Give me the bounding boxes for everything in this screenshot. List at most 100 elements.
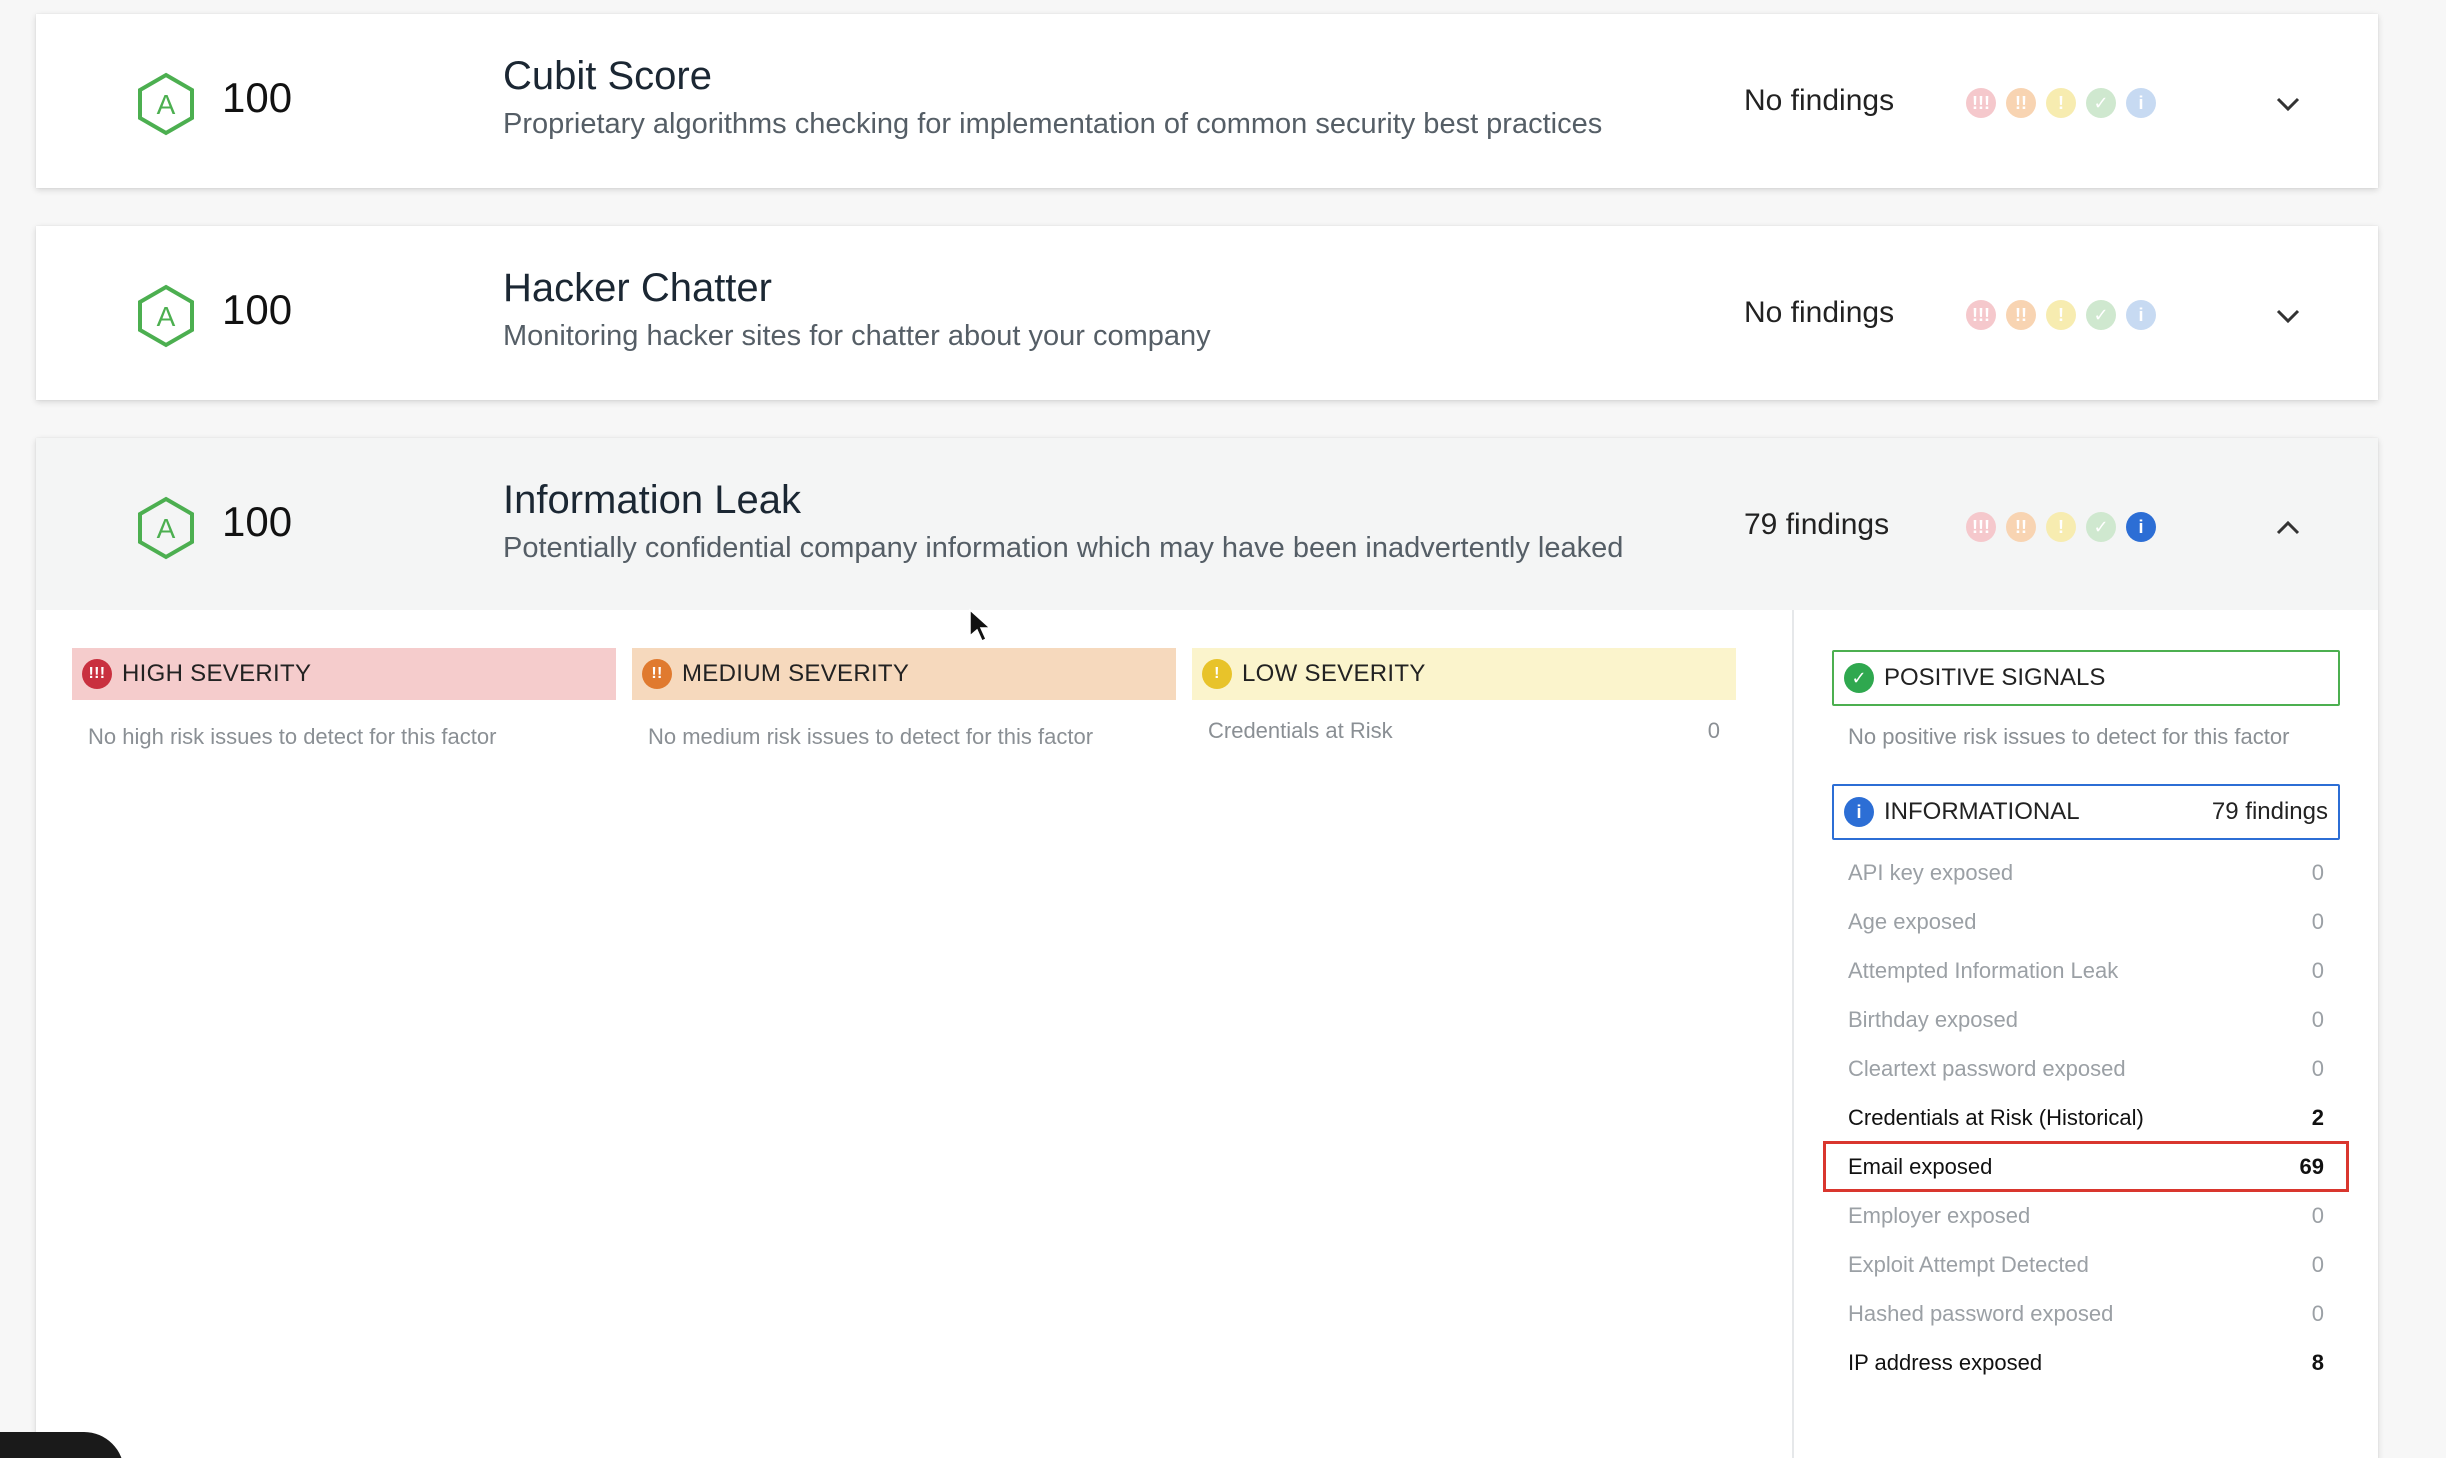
factor-score: 100: [222, 286, 293, 333]
grade-hexagon-icon: A: [138, 284, 194, 348]
medium-severity-column: !! MEDIUM SEVERITY No medium risk issues…: [632, 648, 1176, 774]
chevron-up-icon[interactable]: [2272, 518, 2304, 538]
factor-description: Proprietary algorithms checking for impl…: [503, 108, 1603, 140]
list-item-highlighted[interactable]: Email exposed 69: [1823, 1141, 2349, 1192]
list-item[interactable]: Exploit Attempt Detected 0: [1832, 1240, 2340, 1289]
factor-description: Potentially confidential company informa…: [503, 532, 1624, 564]
issue-name: Exploit Attempt Detected: [1848, 1251, 2089, 1277]
factor-card-cubit-score[interactable]: A 100 Cubit Score Proprietary algorithms…: [36, 14, 2378, 188]
positive-signals-label: POSITIVE SIGNALS: [1884, 664, 2106, 691]
medium-severity-note: No medium risk issues to detect for this…: [648, 724, 1094, 749]
svg-text:A: A: [157, 89, 176, 120]
info-dot-icon: i: [2126, 512, 2156, 542]
high-severity-column: !!! HIGH SEVERITY No high risk issues to…: [72, 648, 616, 774]
findings-count: 79 findings: [1744, 508, 1890, 541]
factor-description: Monitoring hacker sites for chatter abou…: [503, 320, 1211, 352]
factor-title: Information Leak: [503, 478, 801, 522]
check-circle-icon: ✓: [1844, 663, 1874, 693]
high-severity-header: !!! HIGH SEVERITY: [72, 648, 616, 700]
medium-severity-dot-icon: !!: [2006, 300, 2036, 330]
issue-count: 0: [2311, 1251, 2324, 1277]
svg-text:A: A: [157, 513, 176, 544]
severity-dots: !!! !! ! ✓ i: [1966, 512, 2156, 542]
chevron-down-icon[interactable]: [2272, 94, 2304, 114]
info-dot-icon: i: [2126, 88, 2156, 118]
factor-score: 100: [222, 74, 293, 121]
informational-label: INFORMATIONAL: [1884, 798, 2080, 825]
low-severity-header: ! LOW SEVERITY: [1192, 648, 1736, 700]
low-severity-dot-icon: !: [2046, 300, 2076, 330]
list-item[interactable]: API key exposed 0: [1832, 848, 2340, 897]
low-severity-icon: !: [1202, 659, 1232, 689]
issue-count: 8: [2311, 1349, 2324, 1375]
factor-title: Cubit Score: [503, 54, 712, 98]
list-item[interactable]: Attempted Information Leak 0: [1832, 946, 2340, 995]
severity-dots: !!! !! ! ✓ i: [1966, 300, 2156, 330]
list-item[interactable]: Cleartext password exposed 0: [1832, 1044, 2340, 1093]
grade-hexagon-icon: A: [138, 72, 194, 136]
positive-dot-icon: ✓: [2086, 512, 2116, 542]
issue-name: Email exposed: [1848, 1153, 1993, 1179]
list-item[interactable]: IP address exposed 8: [1832, 1338, 2340, 1387]
low-severity-dot-icon: !: [2046, 88, 2076, 118]
list-item[interactable]: Credentials at Risk (Historical) 2: [1832, 1093, 2340, 1142]
issue-count: 0: [2311, 1006, 2324, 1032]
issue-count: 69: [2299, 1153, 2324, 1179]
factor-header[interactable]: A 100 Information Leak Potentially confi…: [36, 438, 2378, 610]
high-severity-note: No high risk issues to detect for this f…: [88, 724, 497, 749]
list-item[interactable]: Birthday exposed 0: [1832, 995, 2340, 1044]
factor-score: 100: [222, 498, 293, 545]
medium-severity-header: !! MEDIUM SEVERITY: [632, 648, 1176, 700]
high-severity-dot-icon: !!!: [1966, 512, 1996, 542]
issue-name: Age exposed: [1848, 908, 1977, 934]
high-severity-label: HIGH SEVERITY: [122, 660, 312, 687]
issue-name: API key exposed: [1848, 859, 2014, 885]
medium-severity-label: MEDIUM SEVERITY: [682, 660, 910, 687]
list-item[interactable]: Credentials at Risk 0: [1192, 700, 1736, 762]
info-circle-icon: i: [1844, 797, 1874, 827]
medium-severity-dot-icon: !!: [2006, 512, 2036, 542]
divider: [1792, 610, 1794, 1458]
issue-name: Attempted Information Leak: [1848, 957, 2119, 983]
findings-count: No findings: [1744, 296, 1895, 329]
svg-text:A: A: [157, 301, 176, 332]
positive-dot-icon: ✓: [2086, 300, 2116, 330]
mouse-cursor-icon: [969, 608, 992, 643]
issue-count: 0: [2311, 859, 2324, 885]
list-item[interactable]: Age exposed 0: [1832, 897, 2340, 946]
issue-count: 0: [2311, 908, 2324, 934]
severity-dots: !!! !! ! ✓ i: [1966, 88, 2156, 118]
positive-signals-header: ✓ POSITIVE SIGNALS: [1832, 650, 2340, 706]
issue-count: 0: [2311, 1202, 2324, 1228]
factor-header[interactable]: A 100 Cubit Score Proprietary algorithms…: [36, 14, 2378, 188]
info-dot-icon: i: [2126, 300, 2156, 330]
medium-severity-icon: !!: [642, 659, 672, 689]
low-severity-label: LOW SEVERITY: [1242, 660, 1426, 687]
factor-card-information-leak[interactable]: A 100 Information Leak Potentially confi…: [36, 438, 2378, 1458]
informational-count: 79 findings: [2211, 798, 2328, 825]
chevron-down-icon[interactable]: [2272, 306, 2304, 326]
factor-header[interactable]: A 100 Hacker Chatter Monitoring hacker s…: [36, 226, 2378, 400]
issue-name: Credentials at Risk: [1208, 718, 1393, 743]
list-item[interactable]: Hashed password exposed 0: [1832, 1289, 2340, 1338]
issue-count: 0: [2311, 957, 2324, 983]
informational-header: i INFORMATIONAL 79 findings: [1832, 784, 2340, 840]
low-severity-dot-icon: !: [2046, 512, 2076, 542]
low-severity-column: ! LOW SEVERITY Credentials at Risk 0: [1192, 648, 1736, 762]
issue-name: Birthday exposed: [1848, 1006, 2018, 1032]
issue-name: Hashed password exposed: [1848, 1300, 2114, 1326]
list-item[interactable]: Employer exposed 0: [1832, 1191, 2340, 1240]
issue-name: IP address exposed: [1848, 1349, 2043, 1375]
issue-count: 0: [1707, 718, 1720, 743]
issue-name: Credentials at Risk (Historical): [1848, 1104, 2144, 1130]
factor-title: Hacker Chatter: [503, 266, 772, 310]
issue-count: 0: [2311, 1300, 2324, 1326]
issue-count: 2: [2311, 1104, 2324, 1130]
medium-severity-dot-icon: !!: [2006, 88, 2036, 118]
findings-count: No findings: [1744, 84, 1895, 117]
high-severity-icon: !!!: [82, 659, 112, 689]
grade-hexagon-icon: A: [138, 496, 194, 560]
positive-dot-icon: ✓: [2086, 88, 2116, 118]
high-severity-dot-icon: !!!: [1966, 300, 1996, 330]
factor-card-hacker-chatter[interactable]: A 100 Hacker Chatter Monitoring hacker s…: [36, 226, 2378, 400]
